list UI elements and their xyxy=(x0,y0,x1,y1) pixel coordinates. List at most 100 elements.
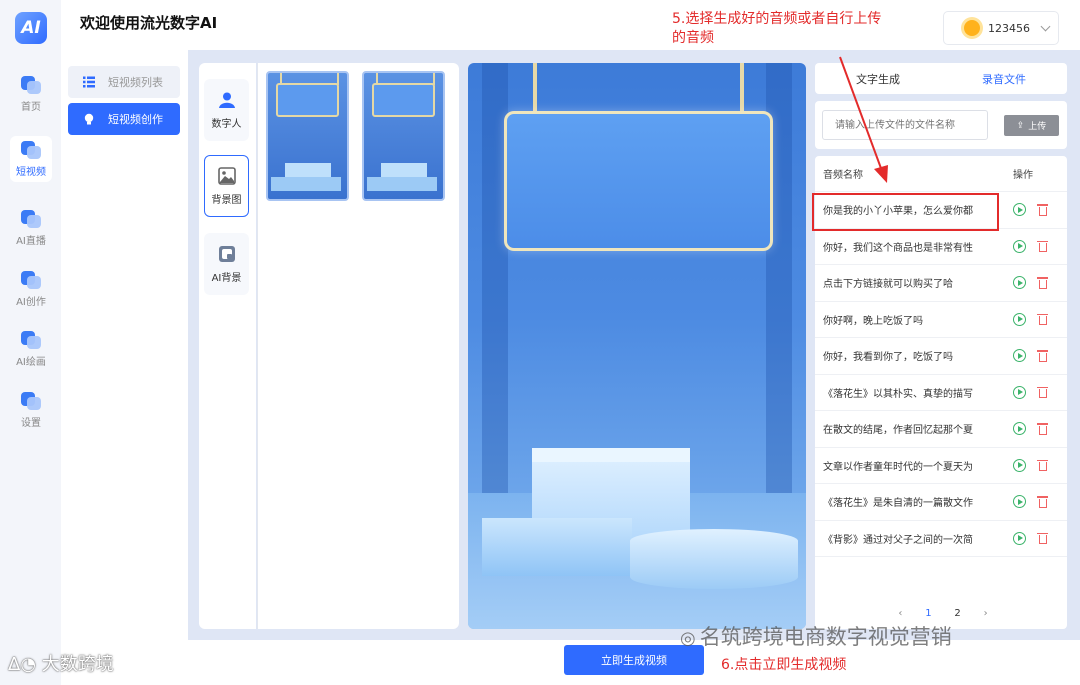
audio-name: 点击下方链接就可以购买了哈 xyxy=(823,279,953,291)
play-icon[interactable] xyxy=(1013,422,1026,436)
nav-item-ai-live[interactable]: AI直播 xyxy=(10,205,52,251)
wechat-watermark: ◎ 名筑跨境电商数字视觉营销 xyxy=(680,621,952,651)
upload-icon: ⇪ xyxy=(1016,120,1025,131)
video-icon xyxy=(21,140,41,159)
app-logo[interactable]: AI xyxy=(15,12,47,44)
person-icon xyxy=(218,92,235,108)
next-page-icon[interactable]: › xyxy=(984,608,988,619)
sub-item-video-list[interactable]: 短视频列表 xyxy=(68,66,180,98)
annotation-arrow xyxy=(839,56,888,183)
gear-icon xyxy=(21,391,41,410)
audio-name: 你好，我们这个商品也是非常有性 xyxy=(823,242,973,254)
nav-label: 首页 xyxy=(21,101,41,113)
play-icon[interactable] xyxy=(1013,239,1026,253)
list-item[interactable]: 你好，我们这个商品也是非常有性 xyxy=(815,229,1067,265)
audio-name: 你好啊，晚上吃饭了吗 xyxy=(823,315,923,327)
play-icon[interactable] xyxy=(1013,203,1026,217)
upload-button[interactable]: ⇪ 上传 xyxy=(1004,115,1059,136)
top-header: 欢迎使用流光数字AI 123456 xyxy=(61,0,1080,50)
list-item[interactable]: 点击下方链接就可以购买了哈 xyxy=(815,265,1067,302)
preview-signboard xyxy=(504,111,773,251)
wechat-icon: ◎ xyxy=(680,628,696,649)
corner-watermark: ᐃ◔ 大数跨境 xyxy=(8,650,114,676)
delete-icon[interactable] xyxy=(1037,459,1048,472)
user-menu[interactable]: 123456 xyxy=(943,11,1059,45)
play-icon[interactable] xyxy=(1013,276,1026,290)
app-logo-text: AI xyxy=(21,18,41,38)
tab-recording-file[interactable]: 录音文件 xyxy=(941,63,1067,94)
nav-item-settings[interactable]: 设置 xyxy=(10,387,52,433)
delete-icon[interactable] xyxy=(1037,532,1048,545)
list-item[interactable]: 《落花生》是朱自清的一篇散文作 xyxy=(815,484,1067,521)
tab-ai-background[interactable]: AI背景 xyxy=(204,233,249,295)
annotation-step5-line2: 的音频 xyxy=(672,30,714,46)
nav-label: 短视频 xyxy=(16,166,46,178)
sub-sidebar: 短视频列表 短视频创作 xyxy=(61,50,188,685)
page-2[interactable]: 2 xyxy=(954,608,960,619)
delete-icon[interactable] xyxy=(1037,386,1048,399)
list-item[interactable]: 文章以作者童年时代的一个夏天为 xyxy=(815,448,1067,484)
sub-item-label: 短视频列表 xyxy=(108,76,163,89)
delete-icon[interactable] xyxy=(1037,495,1048,508)
nav-item-short-video[interactable]: 短视频 xyxy=(10,136,52,182)
play-icon[interactable] xyxy=(1013,312,1026,326)
background-thumbnails xyxy=(257,63,459,629)
paint-icon xyxy=(21,330,41,349)
play-icon[interactable] xyxy=(1013,495,1026,509)
delete-icon[interactable] xyxy=(1037,276,1048,289)
page-title: 欢迎使用流光数字AI xyxy=(80,14,218,32)
create-icon xyxy=(21,270,41,289)
ai-image-icon xyxy=(218,245,235,262)
left-nav-bar: AI 首页 短视频 AI直播 AI创作 AI绘画 设置 xyxy=(0,0,61,685)
sub-item-video-create[interactable]: 短视频创作 xyxy=(68,103,180,135)
nav-label: AI绘画 xyxy=(16,356,46,368)
delete-icon[interactable] xyxy=(1037,422,1048,435)
nav-item-ai-paint[interactable]: AI绘画 xyxy=(10,326,52,372)
audio-name: 《背影》通过对父子之间的一次简 xyxy=(823,534,973,546)
delete-icon[interactable] xyxy=(1037,203,1048,216)
corner-watermark-text: 大数跨境 xyxy=(41,654,114,675)
list-icon xyxy=(83,76,95,88)
background-thumbnail[interactable] xyxy=(266,71,349,201)
nav-item-home[interactable]: 首页 xyxy=(10,71,52,117)
list-item[interactable]: 在散文的结尾，作者回忆起那个夏 xyxy=(815,411,1067,448)
page-1[interactable]: 1 xyxy=(925,608,931,619)
audio-name: 《落花生》以其朴实、真挚的描写 xyxy=(823,388,973,400)
nav-item-ai-create[interactable]: AI创作 xyxy=(10,266,52,312)
video-preview xyxy=(468,63,806,629)
tab-label: AI背景 xyxy=(211,272,242,284)
play-icon[interactable] xyxy=(1013,385,1026,399)
asset-tabs: 数字人 背景图 AI背景 xyxy=(199,63,256,629)
list-item[interactable]: 你好啊，晚上吃饭了吗 xyxy=(815,302,1067,338)
delete-icon[interactable] xyxy=(1037,349,1048,362)
tab-background-image[interactable]: 背景图 xyxy=(204,155,249,217)
audio-name: 在散文的结尾，作者回忆起那个夏 xyxy=(823,425,973,437)
upload-button-label: 上传 xyxy=(1028,122,1047,132)
annotation-step6: 6.点击立即生成视频 xyxy=(721,657,847,673)
delete-icon[interactable] xyxy=(1037,313,1048,326)
play-icon[interactable] xyxy=(1013,531,1026,545)
column-actions: 操作 xyxy=(1013,170,1033,181)
list-item[interactable]: 《落花生》以其朴实、真挚的描写 xyxy=(815,375,1067,411)
watermark-icon: ᐃ◔ xyxy=(8,654,42,675)
tab-digital-human[interactable]: 数字人 xyxy=(204,79,249,141)
play-icon[interactable] xyxy=(1013,458,1026,472)
tab-label: 背景图 xyxy=(211,194,242,206)
prev-page-icon[interactable]: ‹ xyxy=(898,608,902,619)
sub-item-label: 短视频创作 xyxy=(108,113,163,126)
list-item[interactable]: 《背影》通过对父子之间的一次简 xyxy=(815,521,1067,557)
bulb-icon xyxy=(84,113,94,125)
image-icon xyxy=(217,166,236,185)
audio-name: 《落花生》是朱自清的一篇散文作 xyxy=(823,498,973,510)
nav-label: AI创作 xyxy=(16,296,46,308)
annotation-highlight-box xyxy=(812,193,999,231)
background-thumbnail[interactable] xyxy=(362,71,445,201)
annotation-step5: 5.选择生成好的音频或者自行上传 的音频 xyxy=(672,10,881,48)
list-item[interactable]: 你好，我看到你了，吃饭了吗 xyxy=(815,338,1067,375)
nav-label: AI直播 xyxy=(16,235,46,247)
nav-label: 设置 xyxy=(21,417,41,429)
delete-icon[interactable] xyxy=(1037,240,1048,253)
sun-avatar-icon xyxy=(964,20,980,36)
user-name: 123456 xyxy=(988,21,1030,35)
play-icon[interactable] xyxy=(1013,349,1026,363)
